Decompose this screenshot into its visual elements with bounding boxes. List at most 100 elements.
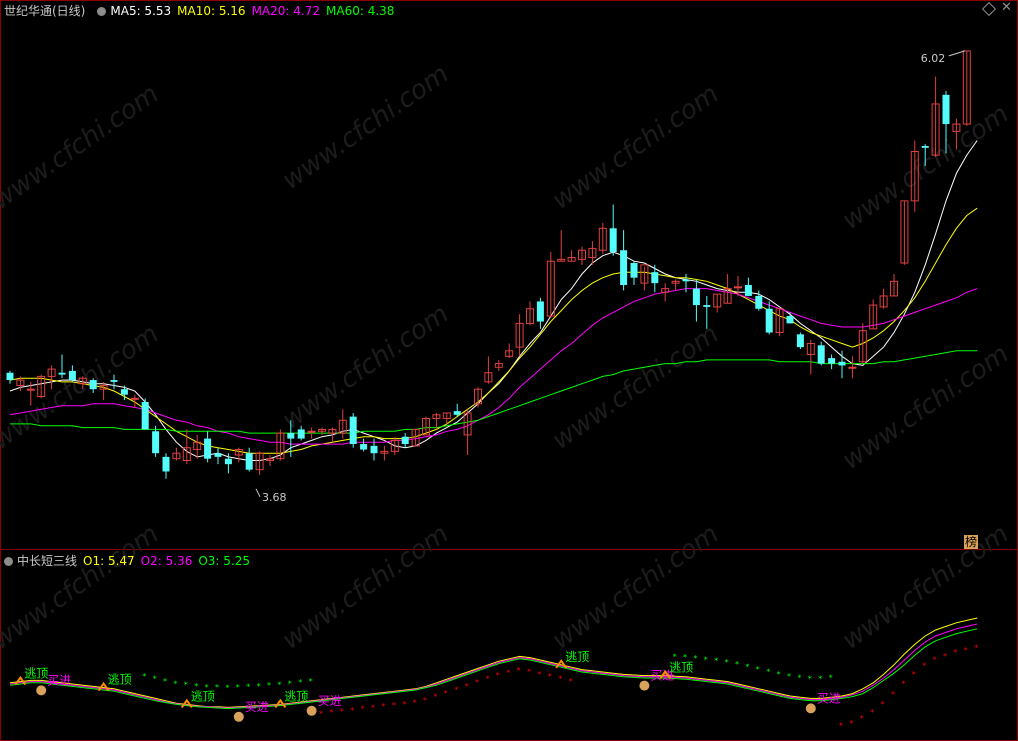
candle xyxy=(318,427,326,435)
candle xyxy=(474,387,482,408)
candle-body xyxy=(89,380,97,390)
candle xyxy=(152,425,160,457)
candle xyxy=(266,455,274,466)
candle xyxy=(557,230,566,262)
settings-dot-icon[interactable] xyxy=(97,7,107,16)
candle xyxy=(775,306,784,337)
candle xyxy=(172,447,181,461)
candle xyxy=(598,222,607,254)
candle-body xyxy=(287,433,295,439)
main-legend: 世纪华通(日线) MA5: 5.53 MA10: 5.16 MA20: 4.72 MA6… xyxy=(4,2,400,19)
watermark-text: www.cfchi.com xyxy=(837,99,1014,236)
candle xyxy=(640,264,649,291)
settings-dot-icon[interactable] xyxy=(4,557,13,566)
watermark-text: www.cfchi.com xyxy=(0,79,164,216)
candle xyxy=(713,293,722,313)
candle-body xyxy=(6,372,14,381)
candle xyxy=(620,230,628,291)
candle xyxy=(6,370,14,384)
candle xyxy=(786,312,794,324)
candle xyxy=(962,50,971,126)
candle xyxy=(744,277,752,296)
candle xyxy=(806,339,815,375)
rank-badge[interactable]: 榜 xyxy=(964,535,979,549)
candle-body xyxy=(152,431,160,454)
watermark-text: www.cfchi.com xyxy=(547,319,724,456)
low-label: 3.68 xyxy=(262,491,287,504)
candle xyxy=(828,354,836,370)
candlestick-chart[interactable]: www.cfchi.com www.cfchi.com www.cfchi.com w… xyxy=(0,0,1018,549)
ma10-label: MA10: 5.16 xyxy=(177,4,246,18)
watermark-text: www.cfchi.com xyxy=(277,59,454,196)
candle-body xyxy=(630,263,638,278)
candle-body xyxy=(796,334,804,348)
candle xyxy=(578,246,586,265)
candle xyxy=(723,274,732,304)
candle-body xyxy=(786,316,794,324)
candle xyxy=(890,274,898,297)
indicator-title: 中长短三线 xyxy=(17,554,78,568)
candle xyxy=(484,356,493,384)
candle xyxy=(661,283,670,302)
candle xyxy=(68,365,76,382)
candle-body xyxy=(744,284,752,296)
candle-body xyxy=(817,345,825,364)
candle-body xyxy=(214,453,222,457)
o2-label: O2: 5.36 xyxy=(140,554,193,568)
o3-label: O3: 5.25 xyxy=(198,554,250,568)
candle-body xyxy=(848,366,857,369)
candle-body xyxy=(360,444,368,450)
ma5-label: MA5: 5.53 xyxy=(110,4,172,18)
candle-body xyxy=(703,305,711,307)
candle-body xyxy=(162,456,170,472)
high-pointer xyxy=(948,50,965,57)
watermark-text: www.cfchi.com xyxy=(0,319,164,456)
candle-body xyxy=(453,411,461,415)
watermark-text: www.cfchi.com xyxy=(277,299,454,436)
candle-body xyxy=(68,370,76,381)
candle xyxy=(141,398,149,430)
candle xyxy=(204,431,212,463)
o1-label: O1: 5.47 xyxy=(83,554,135,568)
ma60-label: MA60: 4.38 xyxy=(326,4,395,18)
candle-body xyxy=(204,438,212,459)
candle xyxy=(214,447,222,465)
candle-body xyxy=(765,308,773,333)
candle xyxy=(858,323,867,364)
candle xyxy=(536,297,544,329)
candle-body xyxy=(651,272,659,284)
close-icon[interactable]: ✕ xyxy=(1001,0,1012,15)
watermark-text: www.cfchi.com xyxy=(837,339,1014,476)
candle xyxy=(182,429,191,465)
indicator-legend: 中长短三线 O1: 5.47 O2: 5.36 O3: 5.25 xyxy=(4,552,256,569)
candle-body xyxy=(349,416,357,445)
candle xyxy=(360,438,368,452)
candle xyxy=(401,433,409,448)
candle-body xyxy=(26,388,35,391)
pane-divider[interactable] xyxy=(0,549,1018,550)
candle xyxy=(245,447,253,472)
candle-body xyxy=(942,94,950,125)
candle-body xyxy=(609,228,617,253)
candle xyxy=(609,204,617,256)
watermark-text: www.cfchi.com xyxy=(547,79,724,216)
candle xyxy=(848,356,857,379)
candle xyxy=(651,264,659,293)
candle xyxy=(234,447,243,463)
candle-body xyxy=(838,361,846,366)
candle xyxy=(900,200,909,265)
candle-body xyxy=(755,295,763,309)
candle xyxy=(567,250,576,262)
candle-body xyxy=(224,458,232,465)
high-label: 6.02 xyxy=(921,52,946,65)
candle xyxy=(453,403,461,417)
candle-body xyxy=(692,288,700,306)
low-pointer xyxy=(255,488,261,498)
candle-body xyxy=(734,286,742,289)
ma20-line xyxy=(9,288,978,445)
candle xyxy=(338,409,347,439)
candle-body xyxy=(536,301,544,322)
candle xyxy=(879,288,888,309)
candle-body xyxy=(297,429,305,439)
candle xyxy=(671,279,680,291)
